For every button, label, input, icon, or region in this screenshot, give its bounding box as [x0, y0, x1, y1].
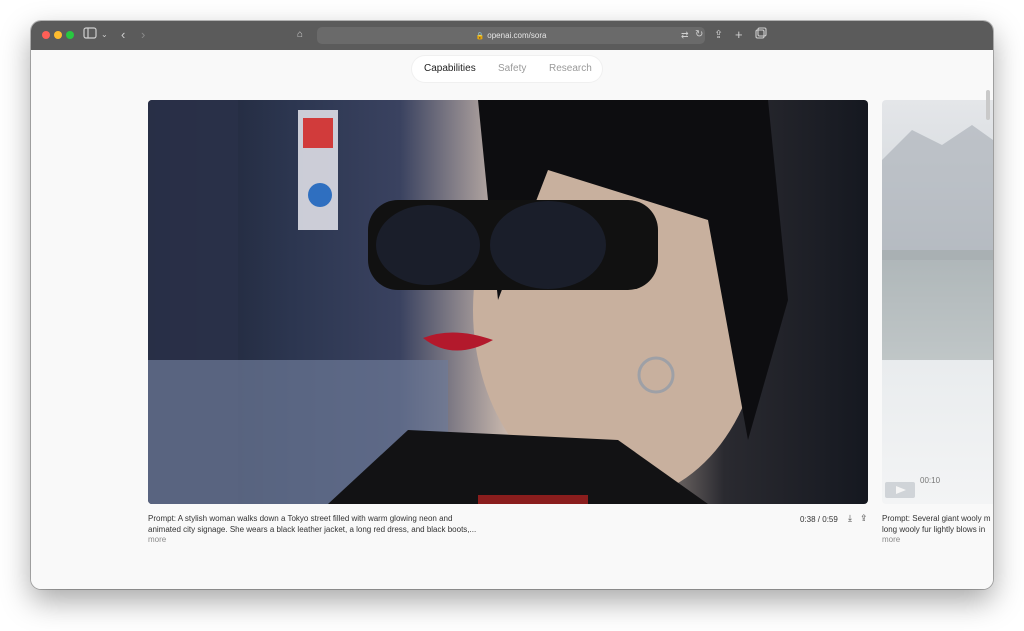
secondary-video[interactable]: 00:10 [882, 100, 993, 504]
main-video-prompt: Prompt: A stylish woman walks down a Tok… [148, 513, 568, 535]
new-tab-icon[interactable]: + [735, 27, 743, 43]
browser-window: ⌄ ‹ › ⌂ 🔒 openai.com/sora ⇄ ↻ ⇪ + Capabil… [31, 21, 993, 589]
prompt-line: Prompt: Several giant wooly m [882, 514, 991, 523]
share-icon[interactable]: ⇪ [714, 27, 723, 43]
close-window-button[interactable] [42, 31, 50, 39]
more-link[interactable]: more [148, 535, 166, 544]
page-content: Capabilities Safety Research 00:10 Promp… [31, 50, 993, 589]
sidebar-toggle-icon[interactable] [83, 27, 97, 43]
url-text: openai.com/sora [487, 31, 547, 40]
prompt-line: animated city signage. She wears a black… [148, 525, 477, 534]
chevron-down-icon[interactable]: ⌄ [101, 27, 108, 43]
secondary-video-time: 00:10 [920, 476, 941, 485]
back-button[interactable]: ‹ [121, 27, 125, 43]
lock-icon: 🔒 [475, 33, 485, 40]
minimize-window-button[interactable] [54, 31, 62, 39]
main-video[interactable] [148, 100, 868, 504]
secondary-video-prompt: Prompt: Several giant wooly m long wooly… [882, 513, 993, 535]
tab-overview-icon[interactable] [755, 27, 767, 43]
share-icon[interactable]: ⇪ [860, 513, 868, 524]
home-icon[interactable]: ⌂ [297, 27, 303, 43]
tab-safety[interactable]: Safety [498, 56, 526, 82]
tab-research[interactable]: Research [549, 56, 592, 82]
reload-icon[interactable]: ↻ [695, 27, 703, 43]
tab-capabilities[interactable]: Capabilities [424, 56, 476, 82]
forward-button[interactable]: › [141, 27, 145, 43]
video-time: 0:38 / 0:59 [800, 515, 838, 524]
browser-titlebar: ⌄ ‹ › ⌂ 🔒 openai.com/sora ⇄ ↻ ⇪ + [31, 21, 993, 50]
section-tabs: Capabilities Safety Research [412, 56, 602, 82]
prompt-line: Prompt: A stylish woman walks down a Tok… [148, 514, 453, 523]
more-link[interactable]: more [882, 535, 900, 544]
page-scrollbar[interactable] [986, 90, 990, 120]
zoom-window-button[interactable] [66, 31, 74, 39]
translate-icon[interactable]: ⇄ [681, 27, 689, 43]
prompt-line: long wooly fur lightly blows in [882, 525, 986, 534]
address-bar[interactable]: 🔒 openai.com/sora [317, 27, 705, 44]
download-icon[interactable]: ⤓ [848, 513, 852, 524]
